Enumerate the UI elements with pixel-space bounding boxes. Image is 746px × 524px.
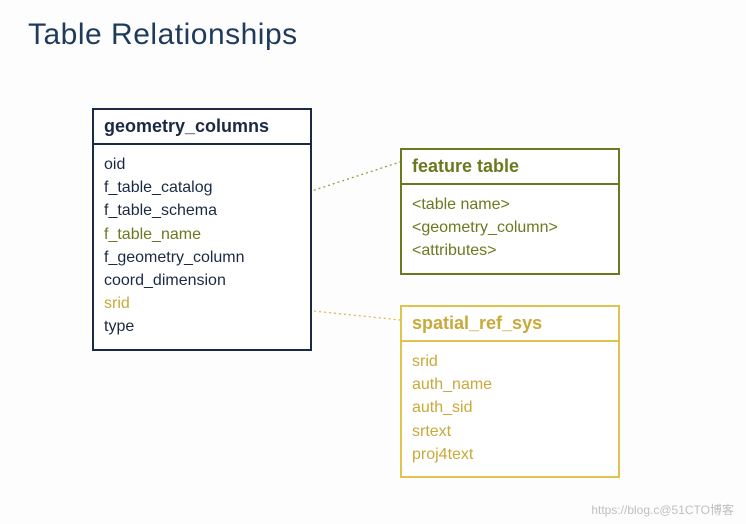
field-srid: srid bbox=[104, 292, 300, 315]
field-f-geometry-column: f_geometry_column bbox=[104, 246, 300, 269]
field-srid: srid bbox=[412, 350, 608, 373]
field-geometry-column: <geometry_column> bbox=[412, 216, 608, 239]
field-f-table-name: f_table_name bbox=[104, 223, 300, 246]
table-spatial-ref-sys: spatial_ref_sys srid auth_name auth_sid … bbox=[400, 305, 620, 478]
table-feature-table: feature table <table name> <geometry_col… bbox=[400, 148, 620, 275]
field-auth-name: auth_name bbox=[412, 373, 608, 396]
table-body: oid f_table_catalog f_table_schema f_tab… bbox=[94, 145, 310, 349]
table-header: geometry_columns bbox=[94, 110, 310, 145]
field-attributes: <attributes> bbox=[412, 239, 608, 262]
field-coord-dimension: coord_dimension bbox=[104, 269, 300, 292]
field-table-name: <table name> bbox=[412, 193, 608, 216]
field-f-table-schema: f_table_schema bbox=[104, 199, 300, 222]
table-body: srid auth_name auth_sid srtext proj4text bbox=[402, 342, 618, 476]
table-body: <table name> <geometry_column> <attribut… bbox=[402, 185, 618, 273]
table-geometry-columns: geometry_columns oid f_table_catalog f_t… bbox=[92, 108, 312, 351]
page-title: Table Relationships bbox=[28, 18, 298, 52]
field-auth-sid: auth_sid bbox=[412, 396, 608, 419]
table-header: feature table bbox=[402, 150, 618, 185]
field-f-table-catalog: f_table_catalog bbox=[104, 176, 300, 199]
field-srtext: srtext bbox=[412, 420, 608, 443]
field-oid: oid bbox=[104, 153, 300, 176]
field-type: type bbox=[104, 315, 300, 338]
field-proj4text: proj4text bbox=[412, 443, 608, 466]
watermark: https://blog.c@51CTO博客 bbox=[591, 501, 734, 518]
table-header: spatial_ref_sys bbox=[402, 307, 618, 342]
